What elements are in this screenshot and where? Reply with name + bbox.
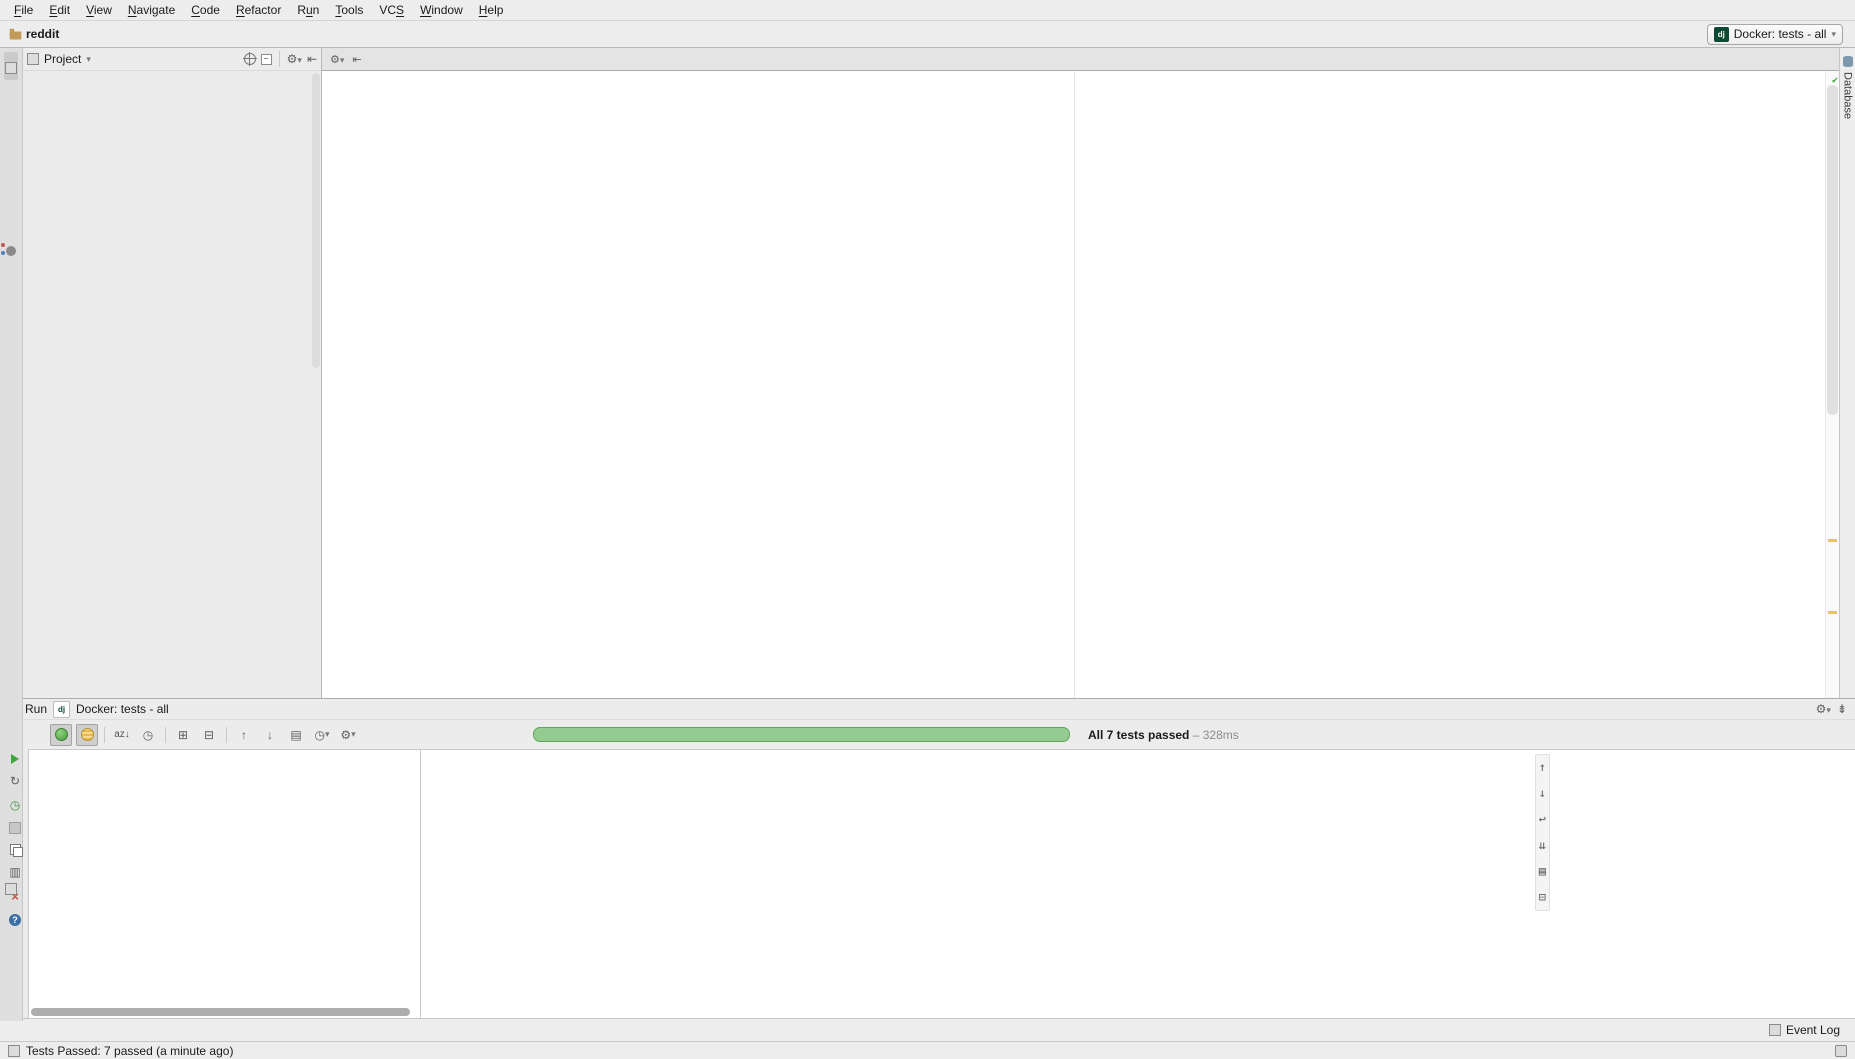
project-panel-header: Project ▾ ⚙▾ ⇤ <box>23 48 321 71</box>
collapse-panel-icon[interactable]: ⇤ <box>352 53 361 66</box>
editor-scrollbar[interactable]: ✔ <box>1825 71 1839 698</box>
project-panel: Project ▾ ⚙▾ ⇤ <box>23 48 322 698</box>
run-panel-config: Docker: tests - all <box>76 702 169 716</box>
right-tool-strip: Database <box>1839 48 1855 698</box>
import-test-results-icon[interactable]: ▤ <box>285 725 307 745</box>
django-icon <box>1714 27 1729 42</box>
sidebar-tab-favorites[interactable] <box>4 873 18 901</box>
run-console[interactable]: ↑ ↓ ↩ ⇊ ▤ ⊟ <box>421 749 1855 1018</box>
clear-console-icon[interactable]: ⊟ <box>1539 889 1546 906</box>
event-log-button[interactable]: Event Log <box>1762 1021 1847 1039</box>
hide-panel-icon[interactable]: ⇤ <box>307 52 317 66</box>
project-tree-scrollbar[interactable] <box>312 73 320 368</box>
sort-by-duration-icon[interactable]: ◷ <box>137 725 159 745</box>
sort-alphabetically-icon[interactable]: az↓ <box>111 725 133 745</box>
menu-refactor[interactable]: Refactor <box>228 1 289 19</box>
run-panel-header: Run Docker: tests - all ⚙▾ ⇟ <box>0 699 1855 720</box>
console-toolbar: ↑ ↓ ↩ ⇊ ▤ ⊟ <box>1535 754 1550 911</box>
previous-failed-test-icon[interactable]: ↑ <box>233 725 255 745</box>
code-editor[interactable]: ✔ <box>322 71 1839 698</box>
database-tool-icon <box>1843 56 1853 67</box>
collapse-all-icon[interactable] <box>261 54 272 65</box>
scroll-up-icon[interactable]: ↑ <box>1539 759 1546 776</box>
collapse-all-icon[interactable]: ⊟ <box>198 725 220 745</box>
event-log-icon <box>1769 1024 1781 1036</box>
status-message[interactable]: Tests Passed: 7 passed (a minute ago) <box>8 1044 233 1058</box>
test-results-tree[interactable] <box>28 749 421 1018</box>
editor-column: ⚙▾ ⇤ ✔ <box>322 48 1839 698</box>
status-bar: Tests Passed: 7 passed (a minute ago) <box>0 1041 1855 1059</box>
project-panel-title: Project <box>44 52 81 66</box>
help-icon[interactable] <box>9 914 21 926</box>
passed-icon <box>55 728 68 741</box>
print-icon[interactable]: ▤ <box>1539 863 1546 880</box>
menu-tools[interactable]: Tools <box>327 1 371 19</box>
tool-window-bar: Event Log <box>0 1018 1855 1041</box>
gear-icon[interactable]: ⚙▾ <box>330 53 344 66</box>
run-configuration-select[interactable]: Docker: tests - all ▾ <box>1707 24 1843 45</box>
test-status-time: – 328ms <box>1193 728 1239 742</box>
expand-all-icon[interactable]: ⊞ <box>172 725 194 745</box>
gear-icon[interactable]: ⚙▾ <box>287 52 302 66</box>
show-passed-toggle[interactable] <box>50 724 72 746</box>
menu-code[interactable]: Code <box>183 1 228 19</box>
breadcrumb: reddit <box>6 26 68 42</box>
rerun-tests-icon[interactable] <box>11 754 19 764</box>
test-status-text: All 7 tests passed – 328ms <box>1088 728 1239 742</box>
ignored-icon <box>81 728 94 741</box>
run-tool-window: Run Docker: tests - all ⚙▾ ⇟ az↓ ◷ ⊞ ⊟ ↑… <box>0 698 1855 1018</box>
soft-wrap-icon[interactable]: ↩ <box>1539 811 1546 828</box>
warning-stripe-mark[interactable] <box>1828 539 1837 542</box>
test-tree-hscrollbar[interactable] <box>31 1008 410 1016</box>
gear-icon[interactable]: ⚙▾ <box>337 725 359 745</box>
main-toolbar: Docker: tests - all ▾ <box>1707 24 1849 45</box>
sidebar-tab-database[interactable]: Database <box>1842 72 1854 119</box>
test-history-icon[interactable]: ◷ <box>10 798 20 812</box>
project-view-icon <box>27 53 39 65</box>
main-area: Project ▾ ⚙▾ ⇤ ⚙▾ ⇤ ✔ <box>0 48 1855 698</box>
menu-file[interactable]: File <box>6 1 41 19</box>
rerun-failed-tests-icon[interactable]: ↻ <box>10 774 20 788</box>
chevron-down-icon[interactable]: ▾ <box>86 54 91 65</box>
notifications-icon[interactable] <box>1835 1045 1847 1057</box>
test-runner-toolbar: az↓ ◷ ⊞ ⊟ ↑ ↓ ▤ ◷▾ ⚙▾ All 7 tests passed… <box>0 720 1855 749</box>
scroll-to-end-icon[interactable]: ⇊ <box>1539 837 1546 854</box>
show-ignored-toggle[interactable] <box>76 724 98 746</box>
chevron-down-icon: ▾ <box>1831 29 1836 40</box>
warning-stripe-mark[interactable] <box>1828 611 1837 614</box>
run-configuration-label: Docker: tests - all <box>1734 27 1827 41</box>
test-progress-bar <box>533 727 1070 742</box>
editor-scrollbar-thumb[interactable] <box>1827 85 1838 415</box>
menu-edit[interactable]: Edit <box>41 1 78 19</box>
hide-panel-icon[interactable]: ⇟ <box>1837 702 1847 716</box>
menu-bar: FileEditViewNavigateCodeRefactorRunTools… <box>0 0 1855 21</box>
folder-icon <box>10 31 22 39</box>
next-failed-test-icon[interactable]: ↓ <box>259 725 281 745</box>
menu-help[interactable]: Help <box>471 1 512 19</box>
favorites-tool-icon <box>5 883 17 895</box>
structure-tool-icon <box>6 246 16 256</box>
menu-window[interactable]: Window <box>412 1 471 19</box>
scroll-down-icon[interactable]: ↓ <box>1539 785 1546 802</box>
project-tool-icon <box>5 62 17 74</box>
editor-tab-bar: ⚙▾ ⇤ <box>322 48 1839 71</box>
stop-icon[interactable] <box>9 822 21 834</box>
run-panel-title: Run <box>25 702 47 716</box>
menu-navigate[interactable]: Navigate <box>120 1 183 19</box>
django-icon <box>53 701 70 718</box>
sidebar-tab-project[interactable] <box>4 52 18 80</box>
breadcrumb-item[interactable]: reddit <box>6 26 62 42</box>
menu-view[interactable]: View <box>78 1 120 19</box>
status-message-icon <box>8 1045 20 1057</box>
menu-run[interactable]: Run <box>289 1 327 19</box>
test-history-icon[interactable]: ◷▾ <box>311 725 333 745</box>
menu-vcs[interactable]: VCS <box>371 1 412 19</box>
locate-file-icon[interactable] <box>244 53 256 65</box>
right-margin-guide <box>1074 71 1075 698</box>
gear-icon[interactable]: ⚙▾ <box>1816 702 1831 716</box>
navigation-bar: reddit Docker: tests - all ▾ <box>0 21 1855 48</box>
project-tree[interactable] <box>23 71 321 698</box>
sidebar-tab-structure[interactable] <box>5 240 17 266</box>
restore-layout-icon[interactable] <box>10 844 21 855</box>
